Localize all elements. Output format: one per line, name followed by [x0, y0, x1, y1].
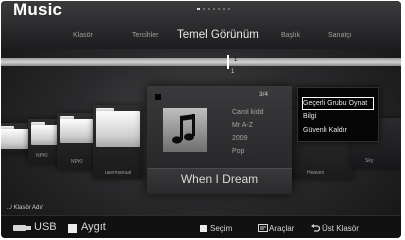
folder-icon-body: [31, 125, 59, 145]
album-text: Mr A-Z: [232, 122, 253, 129]
artist-text: Carol kidd: [232, 109, 264, 116]
folder-icon-body: [60, 119, 94, 143]
return-icon: [311, 224, 321, 234]
usb-icon: [13, 223, 31, 235]
tools-icon: [258, 224, 268, 234]
timeline-track[interactable]: [1, 58, 401, 66]
menu-item-info[interactable]: Bilgi: [303, 111, 375, 122]
page-dot: [213, 8, 215, 10]
folder-name: Heaven: [307, 170, 325, 176]
timeline-index: 1: [234, 57, 238, 63]
folder-name: NPKI: [36, 153, 48, 159]
header-bar: Music Klasör Tercihler Temel Görünüm Baş…: [1, 1, 401, 49]
tab-temel-gorunum[interactable]: Temel Görünüm: [177, 29, 259, 41]
page-dot: [208, 8, 210, 10]
breadcrumb: ../ Klasör Adı/: [7, 205, 43, 211]
folder-icon-body: [96, 111, 140, 147]
select-label[interactable]: Seçim: [210, 224, 232, 233]
device-label[interactable]: Aygıt: [81, 221, 106, 233]
tv-screen: Music Klasör Tercihler Temel Görünüm Baş…: [1, 1, 401, 238]
select-button-icon: [200, 224, 210, 233]
page-dot: [228, 8, 230, 10]
timeline-marker[interactable]: [227, 55, 229, 69]
tab-klasor[interactable]: Klasör: [73, 32, 93, 39]
album-cover: [163, 108, 207, 152]
menu-item-safe-remove[interactable]: Güvenli Kaldır: [303, 125, 375, 136]
footer-bar: USB Aygıt Seçim Araçlar Üst Klasör: [1, 215, 401, 238]
tools-label[interactable]: Araçlar: [269, 224, 294, 233]
card-page-indicator: 3/4: [259, 91, 269, 98]
page-dot: [223, 8, 225, 10]
usb-label[interactable]: USB: [34, 221, 57, 233]
folder-name: usermanual: [105, 170, 132, 176]
page-dot: [218, 8, 220, 10]
page-dot: [203, 8, 205, 10]
tab-baslik[interactable]: Başlık: [281, 32, 300, 39]
selection-corner: [155, 94, 161, 100]
page-dot: [197, 8, 200, 10]
timeline-count: 1: [231, 69, 235, 75]
tab-tercihler[interactable]: Tercihler: [132, 32, 158, 39]
app-title: Music: [13, 1, 63, 19]
folder-name: NPKI: [71, 159, 83, 165]
music-note-icon: [172, 114, 195, 144]
up-folder-label[interactable]: Üst Klasör: [322, 224, 359, 233]
folder-item[interactable]: [93, 105, 143, 179]
selected-music-card[interactable]: 3/4 Carol kidd Mr A-Z 2009 Pop When I Dr…: [147, 86, 292, 194]
genre-text: Pop: [232, 148, 245, 155]
tab-sanatci[interactable]: Sanatçı: [328, 32, 352, 39]
page-indicator-dots: [197, 8, 230, 10]
menu-item-play-current-group[interactable]: Geçerli Grubu Oynat: [302, 97, 374, 110]
device-icon: [68, 223, 77, 235]
year-text: 2009: [232, 135, 248, 142]
song-title: When I Dream: [180, 172, 259, 186]
context-menu: Geçerli Grubu Oynat Bilgi Güvenli Kaldır: [297, 87, 379, 142]
folder-name: Sky: [365, 158, 374, 164]
